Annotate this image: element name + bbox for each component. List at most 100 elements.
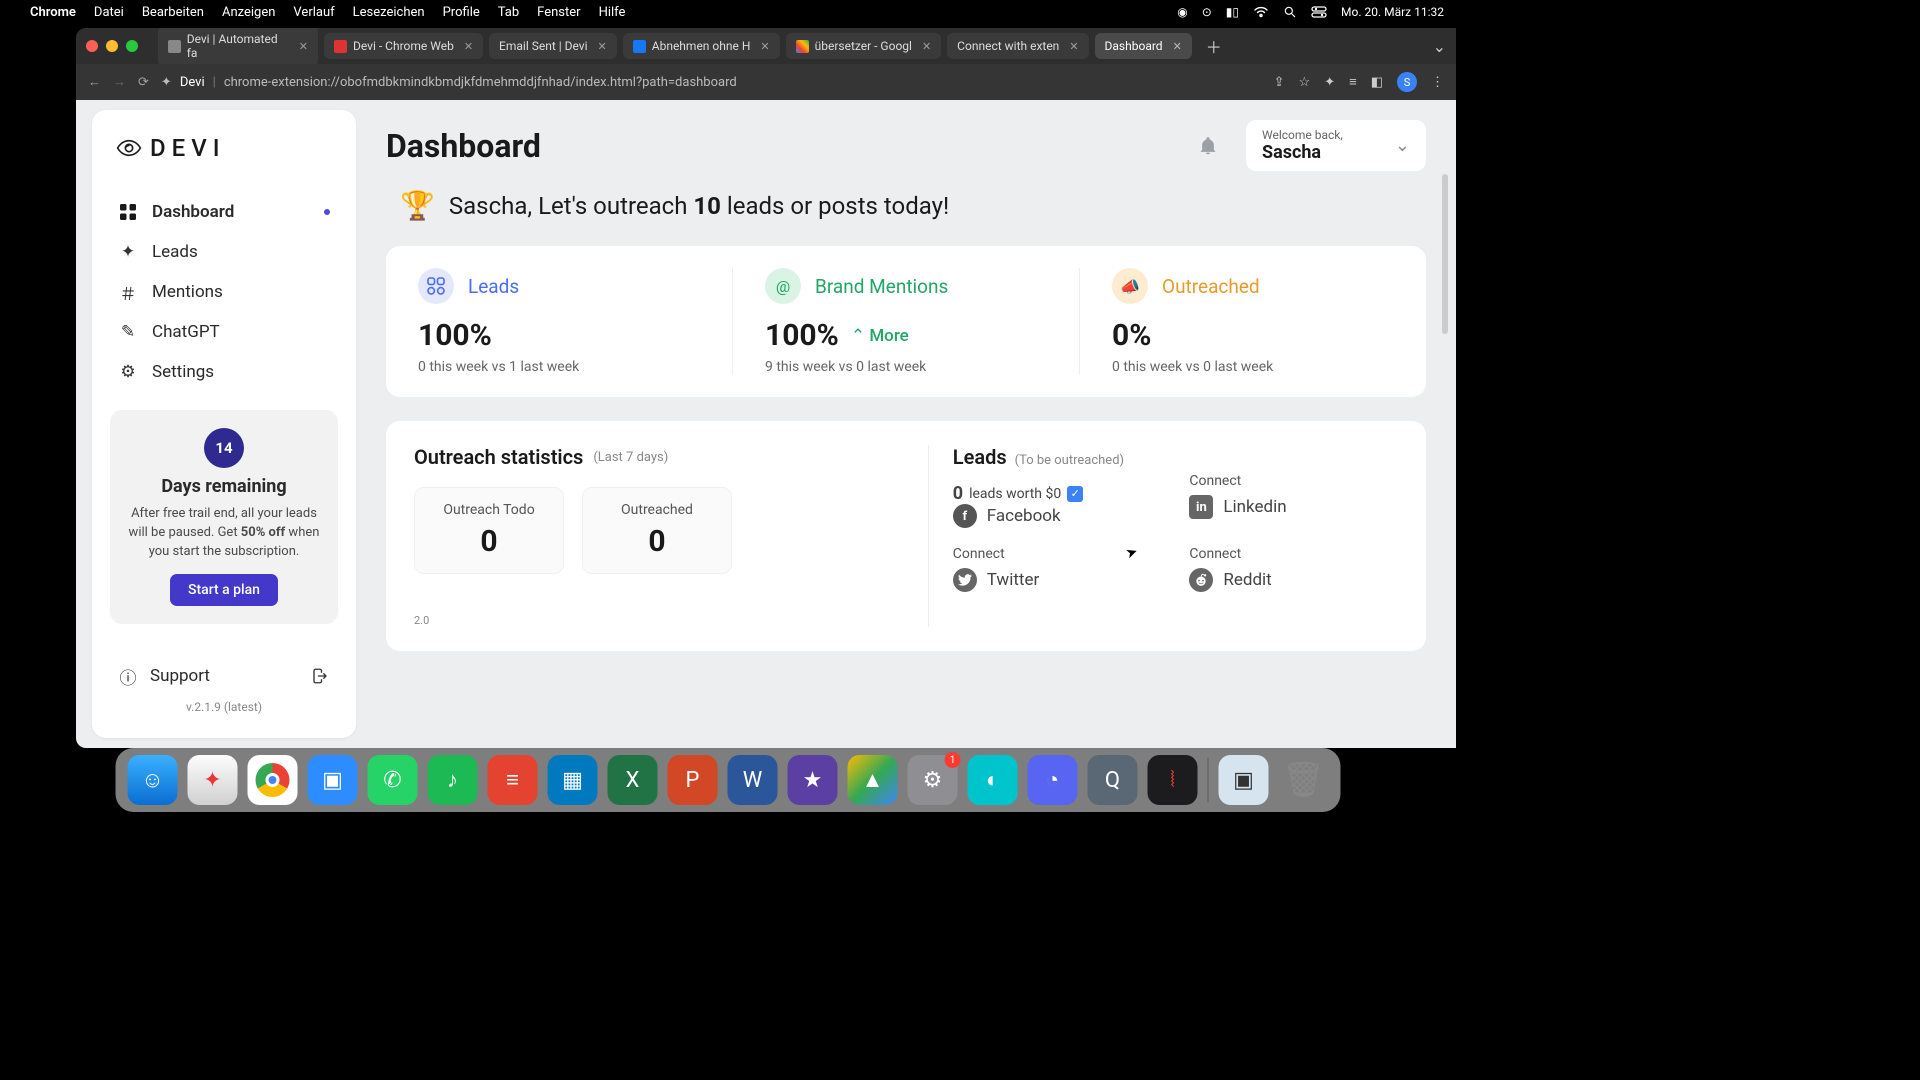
close-icon[interactable]: ✕	[598, 40, 607, 53]
dock-finder[interactable]: ☺	[128, 755, 178, 805]
extensions-icon[interactable]: ✦	[1324, 75, 1335, 90]
record-icon[interactable]: ◉	[1177, 5, 1187, 19]
dock-separator	[1208, 758, 1209, 802]
tab-devi-automated[interactable]: Devi | Automated fa✕	[158, 28, 318, 66]
reload-button[interactable]: ⟳	[138, 75, 149, 90]
menu-anzeigen[interactable]: Anzeigen	[222, 5, 275, 20]
sidebar-item-leads[interactable]: ✦ Leads	[110, 232, 338, 272]
menu-verlauf[interactable]: Verlauf	[293, 5, 334, 20]
dock-trash[interactable]: 🗑	[1279, 755, 1329, 805]
url-field[interactable]: ✦ Devi | chrome-extension://obofmdbkmind…	[161, 75, 1262, 90]
tab-connect[interactable]: Connect with exten✕	[947, 33, 1088, 59]
sidebar-item-mentions[interactable]: ＃ Mentions	[110, 272, 338, 312]
leads-icon	[418, 268, 454, 304]
tab-translator[interactable]: übersetzer - Googl✕	[786, 33, 942, 59]
start-plan-button[interactable]: Start a plan	[170, 574, 278, 606]
sidepanel-icon[interactable]: ◧	[1371, 75, 1383, 90]
battery-icon[interactable]: ▮▯	[1226, 5, 1239, 19]
back-button[interactable]: ←	[88, 74, 101, 90]
dock-trello[interactable]: ▦	[548, 755, 598, 805]
bell-icon[interactable]	[1198, 136, 1218, 156]
menu-fenster[interactable]: Fenster	[537, 5, 580, 20]
outreach-banner: 🏆 Sascha, Let's outreach 10 leads or pos…	[386, 189, 1426, 222]
dock-powerpoint[interactable]: P	[668, 755, 718, 805]
dock-chrome[interactable]	[248, 755, 298, 805]
page-viewport: DEVI Dashboard ✦ Leads ＃ Mentions ✎ Chat…	[76, 100, 1456, 748]
menu-lesezeichen[interactable]: Lesezeichen	[353, 5, 425, 20]
dock-safari[interactable]: ✦	[188, 755, 238, 805]
dock-voice-memos[interactable]: ⦚	[1148, 755, 1198, 805]
dock-spotify[interactable]: ♪	[428, 755, 478, 805]
dock-preview[interactable]: ▣	[1219, 755, 1269, 805]
menu-profile[interactable]: Profile	[443, 5, 480, 20]
social-twitter[interactable]: Twitter	[953, 568, 1162, 592]
menu-hilfe[interactable]: Hilfe	[599, 5, 626, 20]
social-linkedin[interactable]: inLinkedin	[1189, 495, 1398, 519]
tab-abnehmen[interactable]: Abnehmen ohne H✕	[623, 33, 780, 59]
play-icon[interactable]: ⊙	[1202, 5, 1212, 19]
close-window[interactable]	[86, 40, 98, 52]
support-link[interactable]: ⓘ Support	[110, 658, 338, 694]
clock[interactable]: Mo. 20. März 11:32	[1341, 5, 1444, 19]
dock-discord[interactable]: ◔	[1028, 755, 1078, 805]
dock-drive[interactable]: ▲	[848, 755, 898, 805]
card-brand: @ Brand Mentions 100% ⌃ More 9 this week…	[733, 268, 1080, 375]
sidebar-item-chatgpt[interactable]: ✎ ChatGPT	[110, 312, 338, 352]
new-tab-button[interactable]: ＋	[1198, 34, 1230, 58]
profile-avatar[interactable]: S	[1397, 72, 1417, 92]
dock-word[interactable]: W	[728, 755, 778, 805]
dock-zoom[interactable]: ▣	[308, 755, 358, 805]
maximize-window[interactable]	[126, 40, 138, 52]
scrollbar[interactable]	[1442, 174, 1448, 334]
close-icon[interactable]: ✕	[922, 40, 931, 53]
social-facebook[interactable]: fFacebook	[953, 504, 1162, 528]
sidebar-item-settings[interactable]: ⚙ Settings	[110, 352, 338, 392]
close-icon[interactable]: ✕	[760, 40, 769, 53]
sidebar-item-dashboard[interactable]: Dashboard	[110, 192, 338, 232]
megaphone-icon: 📣	[1112, 268, 1148, 304]
bookmark-icon[interactable]: ☆	[1299, 75, 1311, 90]
wifi-icon[interactable]	[1253, 6, 1269, 18]
tab-devi-chrome[interactable]: Devi - Chrome Web✕	[324, 33, 483, 59]
menu-bearbeiten[interactable]: Bearbeiten	[142, 5, 204, 20]
menubar-app[interactable]: Chrome	[30, 5, 76, 20]
search-icon[interactable]	[1283, 5, 1297, 19]
chevron-up-icon: ⌃	[851, 326, 865, 346]
tab-overflow-icon[interactable]: ⌄	[1433, 37, 1446, 56]
control-center-icon[interactable]	[1311, 6, 1327, 18]
stat-todo: Outreach Todo 0	[414, 487, 564, 574]
logout-icon[interactable]	[310, 666, 330, 686]
checkbox-icon[interactable]: ✓	[1067, 486, 1083, 502]
grid-icon	[118, 202, 138, 222]
dock-app-teal[interactable]: ◐	[968, 755, 1018, 805]
trophy-icon: 🏆	[400, 189, 435, 222]
dock-todoist[interactable]: ≡	[488, 755, 538, 805]
tab-email-sent[interactable]: Email Sent | Devi✕	[489, 33, 617, 59]
chrome-menu-icon[interactable]: ⋮	[1431, 75, 1444, 90]
page-title: Dashboard	[386, 127, 541, 165]
connect-label: Connect	[1189, 546, 1398, 562]
reading-list-icon[interactable]: ≡	[1349, 74, 1357, 90]
dock-imovie[interactable]: ★	[788, 755, 838, 805]
dock-settings[interactable]: ⚙1	[908, 755, 958, 805]
close-icon[interactable]: ✕	[1173, 40, 1182, 53]
dock-excel[interactable]: X	[608, 755, 658, 805]
welcome-dropdown[interactable]: Welcome back, Sascha ⌄	[1246, 120, 1426, 171]
logo-eye-icon	[116, 135, 142, 161]
help-icon: ⓘ	[118, 666, 138, 686]
menu-datei[interactable]: Datei	[94, 5, 124, 20]
tab-dashboard[interactable]: Dashboard✕	[1095, 33, 1192, 59]
dock-quicktime[interactable]: Q	[1088, 755, 1138, 805]
more-link[interactable]: ⌃ More	[851, 326, 909, 346]
social-reddit[interactable]: Reddit	[1189, 568, 1398, 592]
extension-icon: ✦	[161, 75, 172, 90]
dock-whatsapp[interactable]: ✆	[368, 755, 418, 805]
menu-tab[interactable]: Tab	[498, 5, 519, 20]
close-icon[interactable]: ✕	[464, 40, 473, 53]
close-icon[interactable]: ✕	[1069, 40, 1078, 53]
close-icon[interactable]: ✕	[299, 40, 308, 53]
minimize-window[interactable]	[106, 40, 118, 52]
share-icon[interactable]: ⇪	[1274, 75, 1285, 90]
version-label: v.2.1.9 (latest)	[110, 700, 338, 714]
forward-button[interactable]: →	[113, 74, 126, 90]
